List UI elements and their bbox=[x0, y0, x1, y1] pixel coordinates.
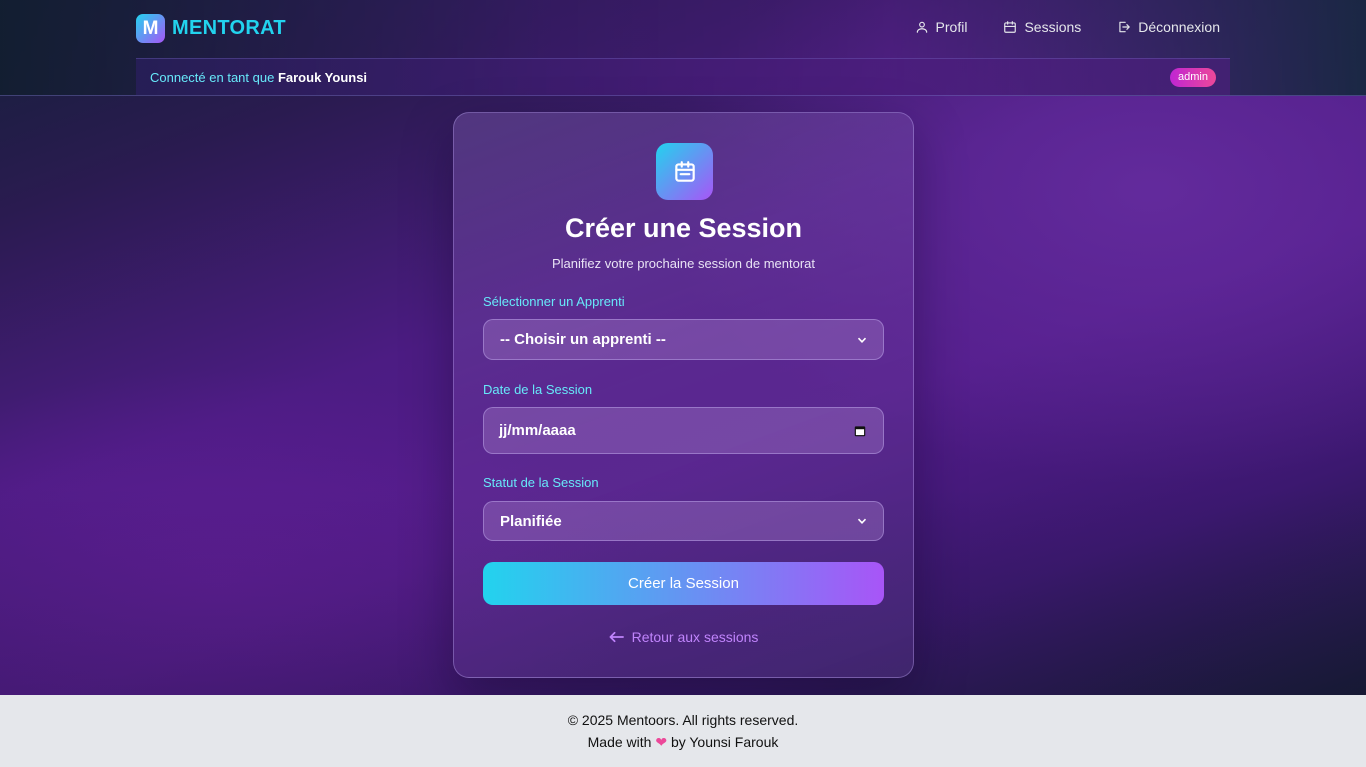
made-with-line: Made with ❤ by Younsi Farouk bbox=[0, 734, 1366, 751]
create-session-button[interactable]: Créer la Session bbox=[483, 562, 884, 605]
date-input-placeholder: jj/mm/aaaa bbox=[499, 422, 576, 439]
back-to-sessions-link[interactable]: Retour aux sessions bbox=[454, 629, 913, 645]
nav-deconnexion-label: Déconnexion bbox=[1138, 19, 1220, 35]
status-label: Statut de la Session bbox=[483, 475, 599, 490]
logged-in-username: Farouk Younsi bbox=[277, 70, 368, 85]
made-with-suffix: by Younsi Farouk bbox=[670, 734, 779, 750]
made-with-prefix: Made with bbox=[587, 734, 652, 750]
logged-in-prefix: Connecté en tant que bbox=[150, 70, 275, 85]
logged-in-text: Connecté en tant que Farouk Younsi bbox=[150, 70, 367, 85]
nav-profil-label: Profil bbox=[935, 19, 968, 35]
role-badge: admin bbox=[1170, 68, 1216, 87]
nav-sessions-label: Sessions bbox=[1024, 19, 1082, 35]
page-title: Créer une Session bbox=[564, 213, 803, 243]
main-nav: Profil Sessions Déconnexion bbox=[915, 19, 1220, 35]
calendar-icon bbox=[674, 160, 695, 182]
create-session-card: Créer une Session Planifiez votre procha… bbox=[453, 112, 914, 678]
page-subtitle: Planifiez votre prochaine session de men… bbox=[551, 256, 816, 271]
card-icon bbox=[656, 143, 713, 200]
arrow-left-icon bbox=[609, 631, 624, 643]
brand-logo: M bbox=[136, 14, 165, 43]
brand-name: MENTORAT bbox=[172, 17, 286, 39]
user-icon bbox=[916, 21, 927, 33]
apprenti-label: Sélectionner un Apprenti bbox=[483, 294, 625, 309]
back-link-label: Retour aux sessions bbox=[631, 629, 759, 645]
status-select-value: Planifiée bbox=[500, 512, 562, 530]
heart-icon: ❤ bbox=[655, 734, 668, 750]
calendar-icon[interactable] bbox=[853, 424, 867, 438]
apprenti-select-value: -- Choisir un apprenti -- bbox=[500, 331, 666, 348]
nav-profil[interactable]: Profil bbox=[915, 19, 968, 35]
logout-icon bbox=[1119, 21, 1131, 33]
top-navbar: M MENTORAT Profil Sessions Déconnexion C… bbox=[0, 0, 1366, 96]
copyright-text: © 2025 Mentoors. All rights reserved. bbox=[567, 712, 799, 728]
calendar-icon bbox=[1004, 21, 1017, 33]
chevron-down-icon bbox=[857, 337, 867, 343]
apprenti-select[interactable]: -- Choisir un apprenti -- bbox=[483, 319, 884, 360]
status-select[interactable]: Planifiée bbox=[483, 501, 884, 541]
user-status-bar: Connecté en tant que Farouk Younsi admin bbox=[136, 58, 1230, 95]
nav-deconnexion[interactable]: Déconnexion bbox=[1117, 19, 1220, 35]
chevron-down-icon bbox=[857, 518, 867, 524]
date-label: Date de la Session bbox=[483, 382, 593, 397]
brand[interactable]: M MENTORAT bbox=[136, 14, 286, 43]
nav-sessions[interactable]: Sessions bbox=[1003, 19, 1081, 35]
page-footer: © 2025 Mentoors. All rights reserved. Ma… bbox=[0, 695, 1366, 767]
date-input[interactable]: jj/mm/aaaa bbox=[483, 407, 884, 454]
